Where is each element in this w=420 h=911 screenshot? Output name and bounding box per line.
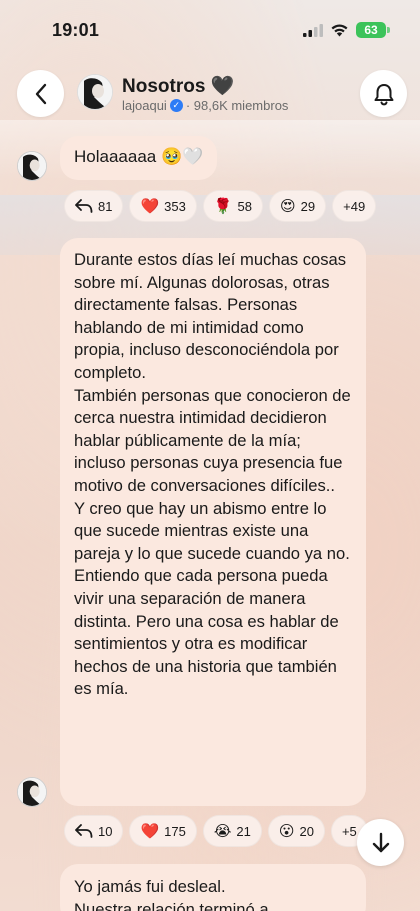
surprised-emoji-icon: 😮 xyxy=(278,822,295,840)
battery-icon: 63 xyxy=(356,22,386,38)
reply-count-chip[interactable]: 10 xyxy=(64,815,124,847)
heart-eyes-emoji-icon: 😍 xyxy=(280,197,296,215)
sender-avatar[interactable] xyxy=(17,777,47,807)
reaction-chip-rose[interactable]: 🌹 58 xyxy=(202,190,264,222)
reply-count-chip[interactable]: 81 xyxy=(64,190,124,222)
scroll-to-bottom-button[interactable] xyxy=(357,819,404,866)
red-heart-emoji-icon: ❤️ xyxy=(140,197,160,215)
channel-avatar-image xyxy=(78,75,112,109)
reaction-bar: 81 ❤️ 353 🌹 58 😍 29 +49 xyxy=(64,190,377,222)
channel-subtitle: lajoaqui ✓ · 98,6K miembros xyxy=(122,98,288,113)
message-paragraph: También personas que conocieron de cerca… xyxy=(74,385,351,495)
notifications-button[interactable] xyxy=(360,70,407,117)
back-button[interactable] xyxy=(17,70,64,117)
reaction-count: 58 xyxy=(237,198,253,214)
status-time: 19:01 xyxy=(52,20,100,40)
chevron-left-icon xyxy=(35,83,46,104)
sender-avatar-image xyxy=(18,778,46,806)
message-bubble[interactable]: Durante estos días leí muchas cosas sobr… xyxy=(60,238,366,806)
battery-level: 63 xyxy=(364,23,378,37)
reaction-bar: 10 ❤️ 175 😭 21 😮 20 +5 xyxy=(64,815,368,847)
reaction-chip-heart[interactable]: ❤️ 353 xyxy=(129,190,197,222)
sender-avatar[interactable] xyxy=(17,151,47,181)
reaction-count: 175 xyxy=(164,823,186,839)
channel-avatar[interactable] xyxy=(77,74,113,110)
battery-tip xyxy=(387,27,390,33)
message-bubble[interactable]: Yo jamás fui desleal. Nuestra relación t… xyxy=(60,864,366,911)
reply-icon xyxy=(75,824,93,838)
message-text: Holaaaaaa 🥹🤍 xyxy=(74,147,204,166)
reaction-count: 21 xyxy=(236,823,251,839)
cellular-signal-icon xyxy=(303,24,323,37)
reaction-count: 20 xyxy=(299,823,314,839)
reply-count: 10 xyxy=(98,823,113,839)
message-bubble[interactable]: Holaaaaaa 🥹🤍 xyxy=(60,136,218,180)
reaction-chip-crying[interactable]: 😭 21 xyxy=(202,815,262,847)
reaction-chip-heart-eyes[interactable]: 😍 29 xyxy=(269,190,327,222)
message-paragraph: Y creo que hay un abismo entre lo que su… xyxy=(74,498,350,563)
status-bar: 19:01 63 xyxy=(0,0,420,58)
wifi-icon xyxy=(331,24,348,37)
channel-handle: lajoaqui xyxy=(122,98,167,113)
message-line: Yo jamás fui desleal. xyxy=(74,877,226,896)
rose-emoji-icon: 🌹 xyxy=(213,197,233,215)
bell-icon xyxy=(374,83,393,105)
more-reactions-count: +5 xyxy=(341,823,357,839)
arrow-down-icon xyxy=(372,832,389,852)
reaction-chip-heart[interactable]: ❤️ 175 xyxy=(129,815,197,847)
reply-icon xyxy=(75,199,93,213)
reply-count: 81 xyxy=(98,198,113,214)
red-heart-emoji-icon: ❤️ xyxy=(140,822,160,840)
reaction-chip-surprised[interactable]: 😮 20 xyxy=(267,815,325,847)
more-reactions-chip[interactable]: +49 xyxy=(332,190,377,222)
more-reactions-count: +49 xyxy=(343,198,366,214)
message-paragraph: Durante estos días leí muchas cosas sobr… xyxy=(74,250,347,382)
crying-emoji-icon: 😭 xyxy=(213,822,232,840)
channel-members: · 98,6K miembros xyxy=(185,98,289,113)
verified-badge-icon: ✓ xyxy=(169,99,183,112)
reaction-count: 29 xyxy=(300,198,316,214)
message-paragraph: Entiendo que cada persona pueda vivir un… xyxy=(74,566,339,699)
reaction-count: 353 xyxy=(164,198,186,214)
message-line: Nuestra relación terminó a xyxy=(74,899,269,911)
channel-title[interactable]: Nosotros 🖤 xyxy=(122,74,234,98)
